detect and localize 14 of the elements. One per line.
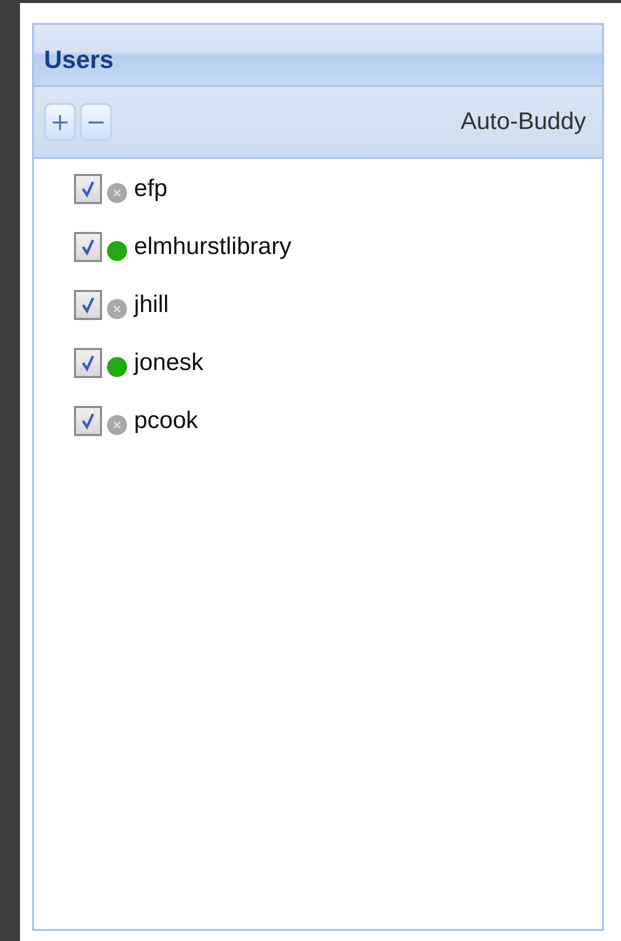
user-name[interactable]: efp — [134, 175, 168, 203]
checkbox[interactable] — [74, 348, 102, 378]
panel-title: Users — [44, 46, 114, 74]
auto-buddy-label: Auto-Buddy — [460, 108, 586, 136]
user-name[interactable]: pcook — [134, 407, 198, 435]
checkbox[interactable] — [74, 290, 102, 320]
checkbox[interactable] — [74, 406, 102, 436]
user-name[interactable]: elmhurstlibrary — [134, 233, 292, 261]
remove-button[interactable]: − — [80, 103, 112, 141]
checkbox[interactable] — [74, 232, 102, 262]
add-button[interactable]: + — [44, 103, 76, 141]
checkbox[interactable] — [74, 174, 102, 204]
user-name[interactable]: jonesk — [134, 349, 204, 377]
user-name[interactable]: jhill — [134, 291, 169, 319]
